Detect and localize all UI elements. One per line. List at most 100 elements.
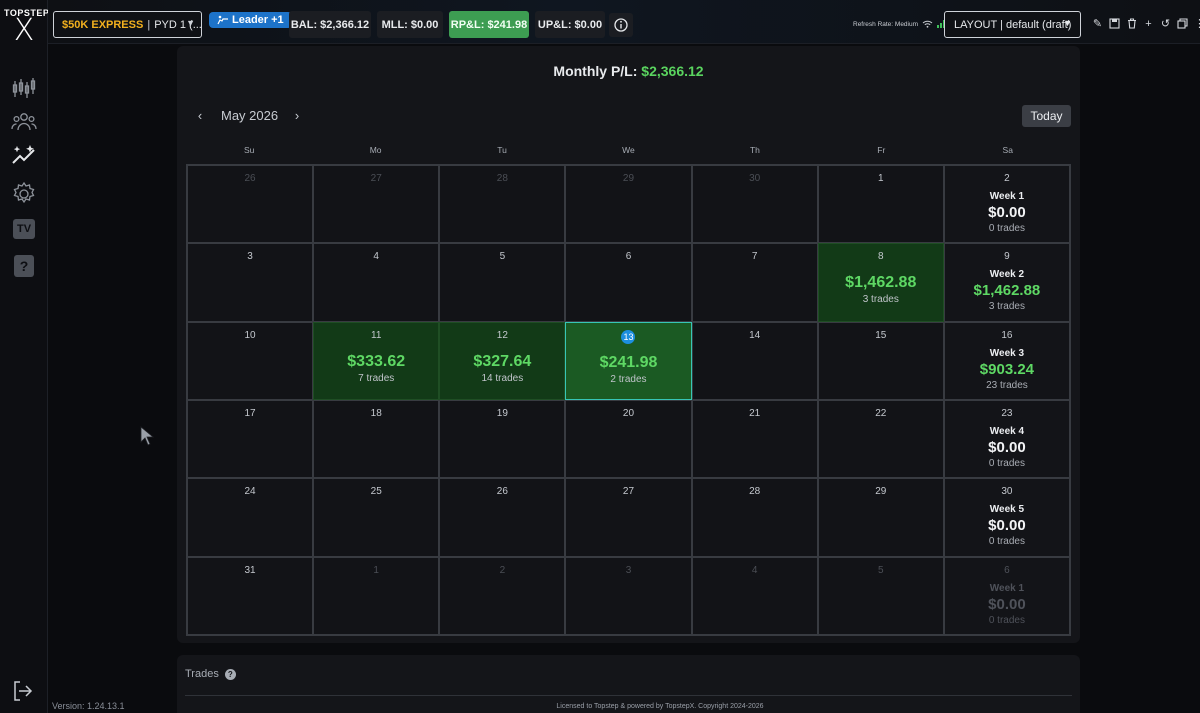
- logout-icon[interactable]: [10, 678, 38, 704]
- week-label: Week 1: [989, 191, 1025, 202]
- account-selector[interactable]: $50K EXPRESS | PYD 1 (... ▼: [53, 11, 202, 38]
- day-number: 13: [621, 329, 636, 344]
- rename-icon[interactable]: ✎: [1091, 17, 1104, 30]
- calendar-day[interactable]: 15: [817, 321, 944, 400]
- week-summary[interactable]: 9 Week 2 $1,462.88 3 trades: [943, 243, 1070, 322]
- day-number: 27: [622, 486, 635, 498]
- calendar-day[interactable]: 25: [313, 478, 440, 557]
- weekday-label: Mo: [369, 145, 382, 155]
- realized-pnl-stat[interactable]: RP&L: $241.98: [449, 11, 529, 38]
- calendar-day[interactable]: 24: [187, 478, 314, 557]
- leader-run-icon: [217, 15, 228, 25]
- settings-gear-icon[interactable]: [10, 181, 38, 207]
- day-number: 30: [1001, 486, 1013, 498]
- chevron-down-icon: ▼: [1063, 18, 1072, 28]
- day-number: 29: [622, 173, 635, 184]
- calendar-day[interactable]: 26: [187, 165, 314, 244]
- sparkle-trend-icon[interactable]: [10, 143, 38, 169]
- monthly-pnl: Monthly P/L: $2,366.12: [177, 63, 1080, 79]
- day-number: 28: [496, 173, 508, 184]
- calendar-day[interactable]: 1: [817, 165, 944, 244]
- calendar-day[interactable]: 27: [313, 165, 440, 244]
- calendar-day[interactable]: 31: [187, 556, 314, 635]
- help-icon[interactable]: ?: [10, 253, 38, 279]
- sidebar: TOPSTEP X TV ?: [0, 0, 49, 713]
- leader-label: Leader +1: [232, 14, 284, 26]
- tv-icon[interactable]: TV: [10, 216, 38, 242]
- layout-selector[interactable]: LAYOUT | default (draft) ▼: [944, 11, 1081, 38]
- save-icon[interactable]: [1108, 17, 1121, 30]
- calendar-day[interactable]: 8 $1,462.88 3 trades: [817, 243, 944, 322]
- weekday-label: We: [622, 145, 635, 155]
- calendar-day[interactable]: 4: [691, 556, 818, 635]
- calendar-day[interactable]: 11 $333.62 7 trades: [313, 321, 440, 400]
- calendar-day[interactable]: 27: [565, 478, 692, 557]
- calendar-day[interactable]: 6: [565, 243, 692, 322]
- layout-label: LAYOUT | default (draft): [954, 18, 1072, 31]
- calendar-day[interactable]: 3: [187, 243, 314, 322]
- week-trade-count: 0 trades: [988, 614, 1025, 626]
- next-month-icon[interactable]: ›: [290, 108, 304, 123]
- week-summary[interactable]: 16 Week 3 $903.24 23 trades: [943, 321, 1070, 400]
- day-number: 19: [496, 408, 508, 419]
- more-icon[interactable]: ⋮: [1193, 17, 1200, 30]
- calendar-day[interactable]: 21: [691, 400, 818, 479]
- calendar-day[interactable]: 28: [439, 165, 566, 244]
- mll-stat[interactable]: MLL: $0.00: [377, 11, 443, 38]
- calendar-day[interactable]: 4: [313, 243, 440, 322]
- week-label: Week 4: [989, 426, 1025, 437]
- calendar-day[interactable]: 30: [691, 165, 818, 244]
- calendar-day[interactable]: 12 $327.64 14 trades: [439, 321, 566, 400]
- week-summary[interactable]: 2 Week 1 $0.00 0 trades: [943, 165, 1070, 244]
- weekday-label: Fr: [877, 145, 886, 155]
- calendar-day[interactable]: 18: [313, 400, 440, 479]
- day-pnl: $241.98: [599, 353, 658, 371]
- unrealized-pnl-stat[interactable]: UP&L: $0.00: [535, 11, 605, 38]
- calendar-day[interactable]: 17: [187, 400, 314, 479]
- calendar-day[interactable]: 20: [565, 400, 692, 479]
- calendar-day[interactable]: 7: [691, 243, 818, 322]
- week-trade-count: 0 trades: [988, 536, 1025, 548]
- calendar-day-today[interactable]: 13 $241.98 2 trades: [565, 321, 692, 400]
- calendar-day[interactable]: 28: [691, 478, 818, 557]
- help-icon[interactable]: ?: [224, 668, 236, 680]
- calendar-day[interactable]: 26: [439, 478, 566, 557]
- delete-icon[interactable]: [1125, 17, 1138, 30]
- week-summary[interactable]: 6 Week 1 $0.00 0 trades: [943, 556, 1070, 635]
- topstepx-logo[interactable]: TOPSTEP X: [4, 8, 49, 46]
- day-number: 1: [373, 564, 379, 576]
- info-button[interactable]: [609, 13, 633, 37]
- calendar-day[interactable]: 5: [439, 243, 566, 322]
- license-text: Licensed to Topstep & powered by Topstep…: [556, 703, 764, 710]
- add-icon[interactable]: +: [1142, 17, 1155, 30]
- day-number: 3: [625, 564, 632, 576]
- today-button[interactable]: Today: [1022, 105, 1071, 127]
- week-pnl: $0.00: [988, 517, 1026, 535]
- prev-month-icon[interactable]: ‹: [193, 108, 207, 123]
- calendar-day[interactable]: 5: [817, 556, 944, 635]
- day-number: 21: [749, 408, 761, 419]
- calendar-day[interactable]: 29: [817, 478, 944, 557]
- calendar-day[interactable]: 14: [691, 321, 818, 400]
- week-summary[interactable]: 23 Week 4 $0.00 0 trades: [943, 400, 1070, 479]
- calendar-day[interactable]: 3: [565, 556, 692, 635]
- day-number: 6: [1004, 564, 1010, 576]
- balance-stat[interactable]: BAL: $2,366.12: [289, 11, 371, 38]
- day-number: 27: [370, 173, 382, 184]
- duplicate-icon[interactable]: [1176, 17, 1189, 30]
- week-summary[interactable]: 30 Week 5 $0.00 0 trades: [943, 478, 1070, 557]
- leader-button[interactable]: Leader +1: [209, 12, 292, 28]
- day-number: 14: [749, 329, 761, 341]
- calendar-day[interactable]: 29: [565, 165, 692, 244]
- day-number: 30: [749, 173, 761, 184]
- week-label: Week 2: [989, 269, 1025, 281]
- week-trade-count: 3 trades: [988, 301, 1025, 313]
- candlestick-chart-icon[interactable]: [10, 75, 38, 101]
- calendar-day[interactable]: 22: [817, 400, 944, 479]
- users-group-icon[interactable]: [10, 109, 38, 135]
- calendar-day[interactable]: 19: [439, 400, 566, 479]
- calendar-day[interactable]: 10: [187, 321, 314, 400]
- calendar-day[interactable]: 2: [439, 556, 566, 635]
- undo-icon[interactable]: ↺: [1159, 17, 1172, 30]
- calendar-day[interactable]: 1: [313, 556, 440, 635]
